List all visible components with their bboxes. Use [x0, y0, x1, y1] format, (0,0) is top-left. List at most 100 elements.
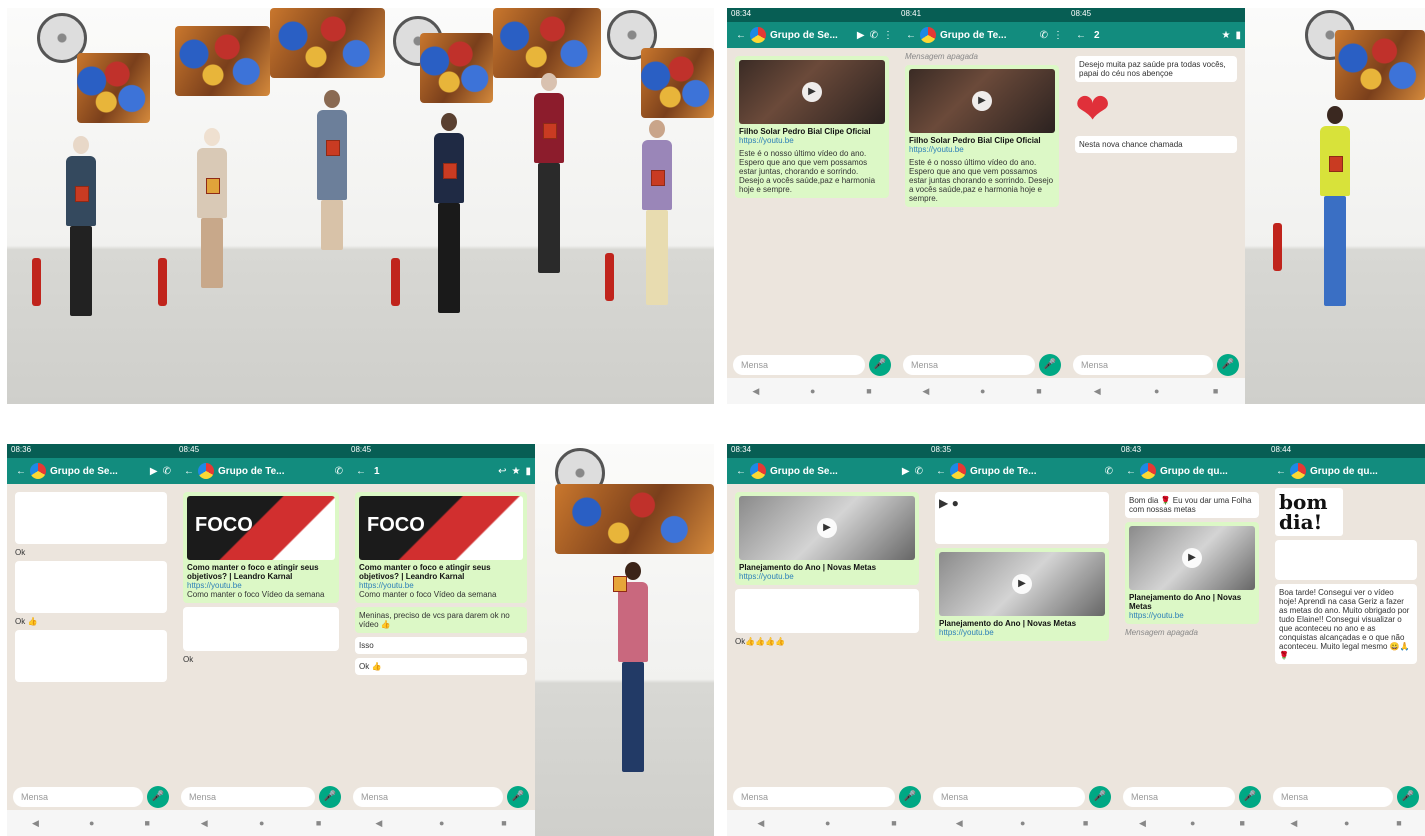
recents-nav-icon[interactable]: ■ [866, 386, 871, 396]
home-nav-icon[interactable]: ● [1190, 818, 1195, 828]
home-nav-icon[interactable]: ● [825, 818, 830, 828]
home-nav-icon[interactable]: ● [1344, 818, 1349, 828]
chat-title[interactable]: Grupo de qu... [1160, 466, 1263, 477]
video-message[interactable]: FOCO Como manter o foco e atingir seus o… [355, 492, 527, 603]
video-thumbnail[interactable]: ▶ [909, 69, 1055, 133]
back-arrow-icon[interactable]: ← [906, 30, 916, 41]
video-link[interactable]: https://youtu.be [739, 136, 885, 145]
group-avatar[interactable] [1140, 463, 1156, 479]
video-call-icon[interactable]: ▶ [150, 466, 158, 477]
video-link[interactable]: https://youtu.be [1129, 611, 1255, 620]
voice-message[interactable]: ▶ ● [935, 492, 1109, 544]
video-thumbnail[interactable]: ▶ [939, 552, 1105, 616]
recents-nav-icon[interactable]: ■ [1213, 386, 1218, 396]
message-input[interactable]: Mensa [181, 787, 315, 807]
shared-link-message[interactable] [15, 492, 167, 544]
recents-nav-icon[interactable]: ■ [891, 818, 896, 828]
phone-icon[interactable]: ✆ [1105, 466, 1113, 477]
group-avatar[interactable] [198, 463, 214, 479]
group-avatar[interactable] [750, 27, 766, 43]
chat-header[interactable]: ← Grupo de Se... ▶ ✆ [727, 458, 927, 484]
shared-link-message[interactable] [15, 630, 167, 682]
play-icon[interactable]: ▶ ● [939, 496, 959, 510]
back-nav-icon[interactable]: ◀ [956, 818, 963, 829]
chat-title[interactable]: Grupo de qu... [1310, 466, 1421, 477]
message-input[interactable]: Mensa [933, 787, 1085, 807]
star-icon[interactable]: ★ [512, 466, 521, 477]
shared-link-message[interactable] [1275, 540, 1417, 580]
menu-icon[interactable]: ⋮ [1053, 30, 1063, 41]
message-bubble[interactable]: Nesta nova chance chamada [1075, 136, 1237, 153]
back-arrow-icon[interactable]: ← [16, 466, 26, 477]
mic-icon[interactable]: 🎤 [1089, 786, 1111, 808]
video-thumbnail[interactable]: ▶ [739, 496, 915, 560]
play-icon[interactable]: ▶ [1182, 548, 1202, 568]
phone-icon[interactable]: ✆ [335, 466, 343, 477]
back-arrow-icon[interactable]: ← [736, 466, 746, 477]
back-arrow-icon[interactable]: ← [1076, 30, 1086, 41]
back-arrow-icon[interactable]: ← [736, 30, 746, 41]
message-bubble[interactable]: Desejo muita paz saúde pra todas vocês, … [1075, 56, 1237, 82]
message-input[interactable]: Mensa [1073, 355, 1213, 375]
recents-nav-icon[interactable]: ■ [145, 818, 150, 828]
chat-header[interactable]: ← Grupo de qu... [1117, 458, 1267, 484]
back-nav-icon[interactable]: ◀ [1290, 818, 1297, 829]
chat-title[interactable]: Grupo de Te... [970, 466, 1100, 477]
video-message[interactable]: ▶ Planejamento do Ano | Novas Metas http… [935, 548, 1109, 641]
video-thumbnail[interactable]: ▶ [739, 60, 885, 124]
phone-icon[interactable]: ✆ [1040, 30, 1048, 41]
play-icon[interactable]: ▶ [1012, 574, 1032, 594]
video-message[interactable]: FOCO Como manter o foco e atingir seus o… [183, 492, 339, 603]
mic-icon[interactable]: 🎤 [869, 354, 891, 376]
video-message[interactable]: ▶ Planejamento do Ano | Novas Metas http… [735, 492, 919, 585]
back-arrow-icon[interactable]: ← [184, 466, 194, 477]
recents-nav-icon[interactable]: ■ [1240, 818, 1245, 828]
chat-title[interactable]: Grupo de Se... [770, 466, 897, 477]
home-nav-icon[interactable]: ● [439, 818, 444, 828]
delete-icon[interactable]: ▮ [525, 466, 531, 477]
video-thumbnail[interactable]: ▶ [1129, 526, 1255, 590]
video-link[interactable]: https://youtu.be [939, 628, 1105, 637]
back-nav-icon[interactable]: ◀ [1139, 818, 1146, 829]
reply-icon[interactable]: ↩ [498, 466, 506, 477]
chat-header[interactable]: ← Grupo de Te... ✆ [175, 458, 347, 484]
home-nav-icon[interactable]: ● [980, 386, 985, 396]
recents-nav-icon[interactable]: ■ [501, 818, 506, 828]
chat-title[interactable]: Grupo de Te... [940, 30, 1035, 41]
home-nav-icon[interactable]: ● [89, 818, 94, 828]
mic-icon[interactable]: 🎤 [1239, 786, 1261, 808]
back-nav-icon[interactable]: ◀ [201, 818, 208, 829]
group-avatar[interactable] [920, 27, 936, 43]
chat-header[interactable]: ← Grupo de qu... [1267, 458, 1425, 484]
mic-icon[interactable]: 🎤 [319, 786, 341, 808]
delete-icon[interactable]: ▮ [1235, 30, 1241, 41]
recents-nav-icon[interactable]: ■ [316, 818, 321, 828]
group-avatar[interactable] [1290, 463, 1306, 479]
video-thumbnail[interactable]: FOCO [187, 496, 335, 560]
home-nav-icon[interactable]: ● [810, 386, 815, 396]
star-icon[interactable]: ★ [1222, 30, 1231, 41]
mic-icon[interactable]: 🎤 [1039, 354, 1061, 376]
back-arrow-icon[interactable]: ← [356, 466, 366, 477]
home-nav-icon[interactable]: ● [1154, 386, 1159, 396]
recents-nav-icon[interactable]: ■ [1083, 818, 1088, 828]
play-icon[interactable]: ▶ [817, 518, 837, 538]
video-call-icon[interactable]: ▶ [857, 30, 865, 41]
message-bubble[interactable]: Isso [355, 637, 527, 654]
group-avatar[interactable] [950, 463, 966, 479]
back-nav-icon[interactable]: ◀ [375, 818, 382, 829]
back-arrow-icon[interactable]: ← [936, 466, 946, 477]
message-bubble[interactable]: Ok 👍 [355, 658, 527, 675]
group-avatar[interactable] [30, 463, 46, 479]
chat-header[interactable]: ← Grupo de Se... ▶ ✆ [7, 458, 175, 484]
video-message[interactable]: ▶ Filho Solar Pedro Bial Clipe Oficial h… [905, 65, 1059, 207]
mic-icon[interactable]: 🎤 [1217, 354, 1239, 376]
phone-icon[interactable]: ✆ [915, 466, 923, 477]
chat-title[interactable]: Grupo de Se... [770, 30, 852, 41]
message-bubble[interactable]: Meninas, preciso de vcs para darem ok no… [355, 607, 527, 633]
phone-icon[interactable]: ✆ [163, 466, 171, 477]
shared-link-message[interactable] [15, 561, 167, 613]
chat-header[interactable]: ← Grupo de Te... ✆ ⋮ [897, 22, 1067, 48]
video-link[interactable]: https://youtu.be [359, 581, 523, 590]
mic-icon[interactable]: 🎤 [507, 786, 529, 808]
